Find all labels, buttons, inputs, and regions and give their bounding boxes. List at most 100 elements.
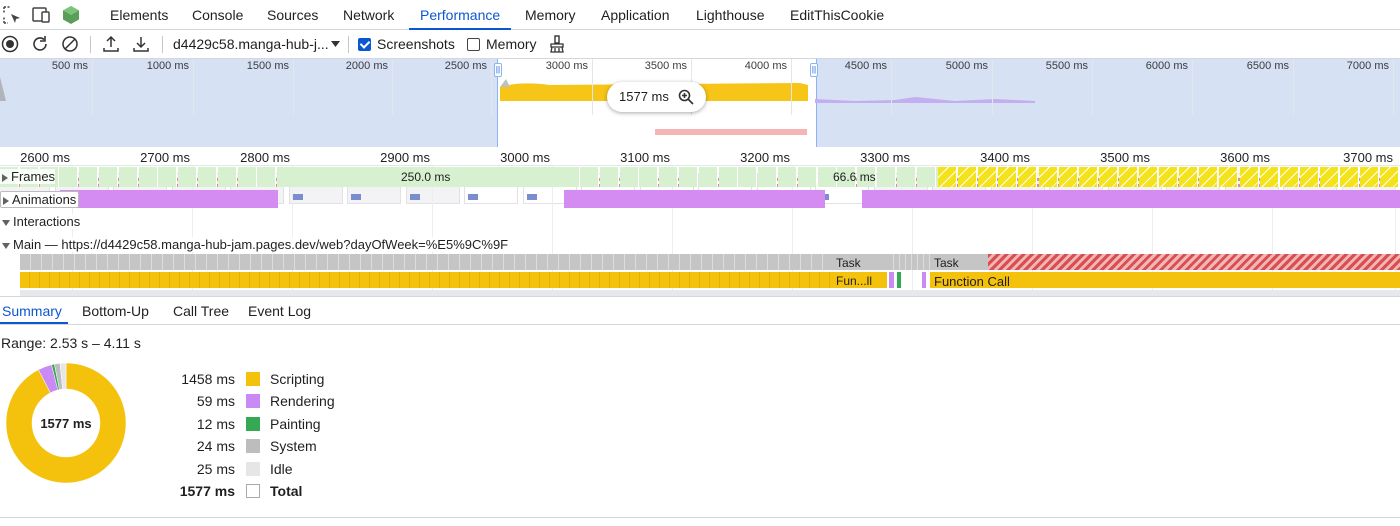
frame-block[interactable] [916,167,936,187]
tab-console[interactable]: Console [192,0,243,30]
frame-block[interactable] [79,167,99,187]
frame-block[interactable] [877,167,896,187]
frame-block[interactable] [1299,167,1319,187]
frame-block[interactable] [797,167,817,187]
frame-block[interactable] [217,167,237,187]
frames-track[interactable]: 250.0 ms 66.6 ms Frames [0,166,1400,188]
selection-duration-pill[interactable]: 1577 ms [607,82,706,112]
animation-bar[interactable] [564,190,825,208]
frame-block[interactable] [1360,167,1380,187]
frame-block[interactable] [679,167,698,187]
frame-block[interactable] [938,167,957,187]
interactions-track[interactable]: Interactions [0,211,1400,233]
animation-bar[interactable] [60,190,278,208]
frame-block[interactable] [1239,167,1259,187]
frame-block[interactable] [1219,167,1239,187]
frame-block[interactable] [1139,167,1158,187]
frame-block[interactable] [1179,167,1199,187]
frames-track-header[interactable]: Frames [0,169,56,184]
screenshots-checkbox[interactable] [358,38,371,51]
clear-icon[interactable] [61,35,79,53]
tab-application[interactable]: Application [601,0,670,30]
tab-memory[interactable]: Memory [525,0,576,30]
tab-elements[interactable]: Elements [110,0,168,30]
frame-block[interactable] [1380,167,1400,187]
zoom-icon[interactable] [678,89,694,105]
screenshots-label[interactable]: Screenshots [377,36,455,52]
tab-sources[interactable]: Sources [267,0,318,30]
animations-track[interactable]: Animations [0,188,1400,210]
task-row[interactable] [888,254,930,270]
memory-label[interactable]: Memory [486,36,537,52]
frame-block[interactable] [599,167,619,187]
upload-icon[interactable] [102,35,120,53]
frame-block[interactable] [1018,167,1038,187]
memory-checkbox[interactable] [467,38,480,51]
task-row[interactable] [20,254,832,270]
download-icon[interactable] [132,35,150,53]
paint-block[interactable] [897,272,901,288]
render-block[interactable] [889,272,894,288]
frame-block[interactable] [998,167,1018,187]
function-call-row[interactable] [20,272,832,288]
frame-block[interactable] [978,167,998,187]
tab-lighthouse[interactable]: Lighthouse [696,0,765,30]
frame-block[interactable] [896,167,916,187]
frame-block[interactable] [237,167,257,187]
gc-broom-icon[interactable] [548,35,566,53]
frame-block[interactable] [198,167,217,187]
animations-track-header[interactable]: Animations [0,191,80,208]
frame-block[interactable] [1279,167,1299,187]
extension-cube-icon[interactable] [61,5,81,25]
legend-value: 1458 ms [181,371,235,387]
tab-summary[interactable]: Summary [2,303,62,319]
tab-network[interactable]: Network [343,0,394,30]
frame-block[interactable] [118,167,138,187]
target-select[interactable]: d4429c58.manga-hub-j... [173,36,329,52]
frame-block[interactable] [138,167,158,187]
tab-bottom-up[interactable]: Bottom-Up [82,303,149,319]
frame-block[interactable] [1118,167,1138,187]
render-block[interactable] [922,272,926,288]
frame-block[interactable] [1058,167,1078,187]
frame-block[interactable] [1340,167,1359,187]
dropdown-arrow-icon[interactable] [331,41,340,48]
animation-bar[interactable] [862,190,1400,208]
frame-block[interactable] [758,167,778,187]
long-task-overlay[interactable] [988,254,1400,270]
tab-call-tree[interactable]: Call Tree [173,303,229,319]
frame-block[interactable] [1199,167,1219,187]
interactions-track-header[interactable]: Interactions [0,214,81,229]
tab-editthiscookie[interactable]: EditThisCookie [790,0,884,30]
reload-icon[interactable] [31,35,49,53]
frame-block[interactable] [639,167,659,187]
frame-block[interactable] [580,167,599,187]
select-element-icon[interactable] [2,5,22,25]
frame-block[interactable] [158,167,178,187]
frame-block[interactable] [1159,167,1179,187]
frame-block[interactable] [1259,167,1279,187]
frame-block[interactable] [718,167,738,187]
selection-handle-right[interactable]: || [810,63,818,77]
frame-block[interactable] [1319,167,1339,187]
frame-block[interactable] [1098,167,1118,187]
selection-handle-left[interactable]: || [494,63,502,77]
main-thread-track[interactable]: Main — https://d4429c58.manga-hub-jam.pa… [0,234,1400,256]
frame-block[interactable] [99,167,118,187]
frame-block[interactable] [59,167,79,187]
frame-block[interactable] [1078,167,1098,187]
tab-performance[interactable]: Performance [409,0,512,30]
frame-block[interactable] [257,167,277,187]
frame-block[interactable] [178,167,198,187]
device-toggle-icon[interactable] [31,5,51,25]
frame-block[interactable] [698,167,718,187]
frame-block[interactable] [619,167,639,187]
frame-block[interactable] [778,167,797,187]
frame-block[interactable] [1038,167,1058,187]
frame-block[interactable] [659,167,679,187]
tab-event-log[interactable]: Event Log [248,303,311,319]
main-thread-header[interactable]: Main — https://d4429c58.manga-hub-jam.pa… [0,237,509,252]
frame-block[interactable] [738,167,758,187]
record-icon[interactable] [1,35,19,53]
frame-block[interactable] [958,167,978,187]
